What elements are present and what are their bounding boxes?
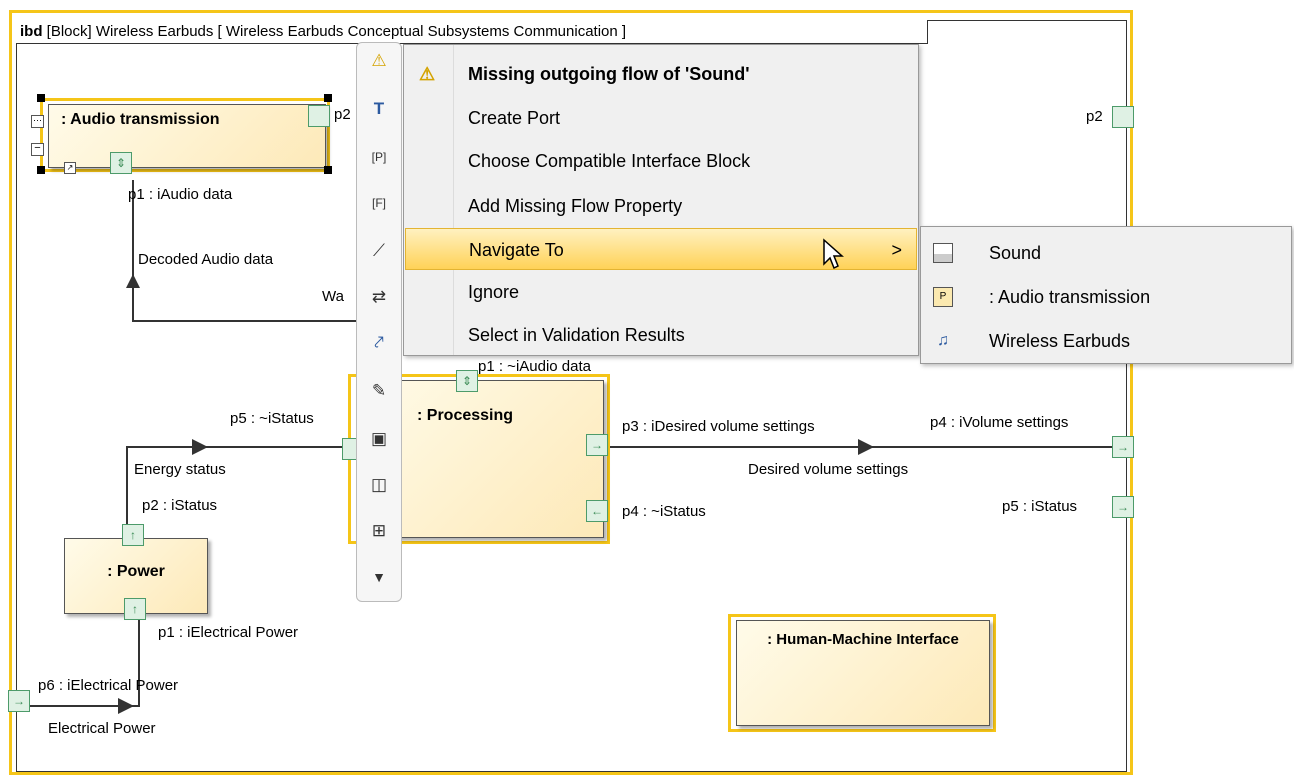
- port-p2[interactable]: [308, 105, 330, 127]
- frame-icon[interactable]: ◫: [365, 471, 393, 499]
- menu-item-header[interactable]: ⚠ Missing outgoing flow of 'Sound': [405, 53, 917, 95]
- port-label: p1 : iElectrical Power: [158, 624, 299, 641]
- audio-transmission-block[interactable]: : Audio transmission: [48, 104, 326, 168]
- port-p1[interactable]: ⇕: [110, 152, 132, 174]
- port-label: p2 : iStatus: [142, 497, 218, 514]
- flow-arrow-icon: [118, 698, 134, 714]
- more-icon[interactable]: ▼: [365, 563, 393, 591]
- menu-item-label: Choose Compatible Interface Block: [468, 151, 751, 171]
- resize-handle[interactable]: [37, 166, 45, 174]
- menu-item-label: Select in Validation Results: [468, 325, 685, 345]
- menu-item-ignore[interactable]: Ignore: [405, 271, 917, 313]
- submenu-item-sound[interactable]: Sound: [921, 231, 1291, 275]
- context-menu: ⚠ Missing outgoing flow of 'Sound' Creat…: [403, 44, 919, 356]
- menu-item-label: Add Missing Flow Property: [468, 196, 683, 216]
- link-icon[interactable]: ↗: [64, 162, 76, 174]
- chevron-right-icon: >: [891, 240, 902, 260]
- submenu-item-label: : Audio transmission: [989, 287, 1151, 307]
- port-p4[interactable]: ←: [586, 500, 608, 522]
- port-label: p2: [334, 106, 351, 123]
- port-label: p1 : ~iAudio data: [478, 358, 592, 375]
- port-label: p5 : iStatus: [1002, 498, 1078, 515]
- flow-arrow-icon: [858, 439, 874, 455]
- flow-label: Energy status: [134, 461, 226, 478]
- port-p1[interactable]: ↑: [124, 598, 146, 620]
- port-p1[interactable]: ⇕: [456, 370, 478, 392]
- port-p5[interactable]: →: [1112, 496, 1134, 518]
- connector-line[interactable]: [126, 446, 358, 448]
- menu-item-create-port[interactable]: Create Port: [405, 97, 917, 139]
- port-p-icon[interactable]: [P]: [365, 143, 393, 171]
- port-label: p4 : ~iStatus: [622, 503, 706, 520]
- block-name: : Processing: [417, 407, 514, 424]
- menu-item-select-validation[interactable]: Select in Validation Results: [405, 314, 917, 356]
- smart-manipulator-toolbar: ⚠ T [P] [F] ⟋ ⇄ ⤤ ✎ ▣ ◫ ⊞ ▼: [356, 42, 402, 602]
- port-label: p6 : iElectrical Power: [38, 677, 179, 694]
- image-icon[interactable]: ▣: [365, 425, 393, 453]
- port-p4[interactable]: →: [1112, 436, 1134, 458]
- block-name: : Audio transmission: [61, 111, 220, 128]
- human-machine-interface-block[interactable]: : Human-Machine Interface: [736, 620, 990, 726]
- menu-item-label: Missing outgoing flow of 'Sound': [468, 64, 750, 84]
- port-p6[interactable]: →: [8, 690, 30, 712]
- flow-label: Decoded Audio data: [138, 251, 274, 268]
- resize-handle[interactable]: [324, 94, 332, 102]
- menu-item-label: Create Port: [468, 108, 561, 128]
- port-label: p1 : iAudio data: [128, 186, 233, 203]
- submenu-item-wireless-earbuds[interactable]: ♫ Wireless Earbuds: [921, 319, 1291, 363]
- flow-label: Desired volume settings: [748, 461, 909, 478]
- menu-item-add-flow-property[interactable]: Add Missing Flow Property: [405, 185, 917, 227]
- expand-icon[interactable]: ⋯: [31, 115, 44, 128]
- earbuds-icon: ♫: [937, 332, 949, 349]
- structure-icon[interactable]: ⊞: [365, 517, 393, 545]
- block-name: : Power: [107, 563, 165, 580]
- diagram-frame-title: ibd [Block] Wireless Earbuds [ Wireless …: [16, 20, 928, 44]
- navigate-submenu: Sound P : Audio transmission ♫ Wireless …: [920, 226, 1292, 364]
- warning-icon[interactable]: ⚠: [365, 47, 393, 75]
- port-label: p3 : iDesired volume settings: [622, 418, 815, 435]
- port-label: p5 : ~iStatus: [230, 410, 314, 427]
- dependency-icon[interactable]: ⤤: [365, 329, 393, 357]
- text-icon[interactable]: T: [365, 95, 393, 123]
- signal-icon: [933, 243, 953, 263]
- flow-arrow-icon: [126, 274, 140, 288]
- connector-line[interactable]: [132, 320, 358, 322]
- port-p3[interactable]: →: [586, 434, 608, 456]
- menu-item-label: Ignore: [468, 282, 520, 302]
- port-label: p2: [1086, 108, 1103, 125]
- warning-icon: ⚠: [419, 64, 436, 84]
- mouse-cursor-icon: [823, 238, 844, 270]
- port-f-icon[interactable]: [F]: [365, 189, 393, 217]
- note-icon[interactable]: ✎: [365, 377, 393, 405]
- submenu-item-label: Sound: [989, 243, 1042, 263]
- resize-handle[interactable]: [324, 166, 332, 174]
- collapse-icon[interactable]: −: [31, 143, 44, 156]
- port-p2[interactable]: ↑: [122, 524, 144, 546]
- flow-connector-icon[interactable]: ⇄: [365, 283, 393, 311]
- submenu-item-label: Wireless Earbuds: [989, 331, 1131, 351]
- flow-label: Wa: [322, 288, 344, 305]
- diagram-kind: ibd: [20, 23, 43, 40]
- resize-handle[interactable]: [37, 94, 45, 102]
- menu-item-choose-interface[interactable]: Choose Compatible Interface Block: [405, 140, 917, 182]
- block-name: : Human-Machine Interface: [767, 631, 959, 648]
- flow-arrow-icon: [192, 439, 208, 455]
- flow-label: Electrical Power: [48, 720, 156, 737]
- part-property-icon: P: [933, 287, 953, 307]
- submenu-item-audio-transmission[interactable]: P : Audio transmission: [921, 275, 1291, 319]
- port-p2[interactable]: [1112, 106, 1134, 128]
- port-label: p4 : iVolume settings: [930, 414, 1069, 431]
- menu-item-label: Navigate To: [469, 240, 564, 260]
- diagram-title: [Block] Wireless Earbuds [ Wireless Earb…: [46, 23, 627, 40]
- connector-icon[interactable]: ⟋: [365, 237, 393, 265]
